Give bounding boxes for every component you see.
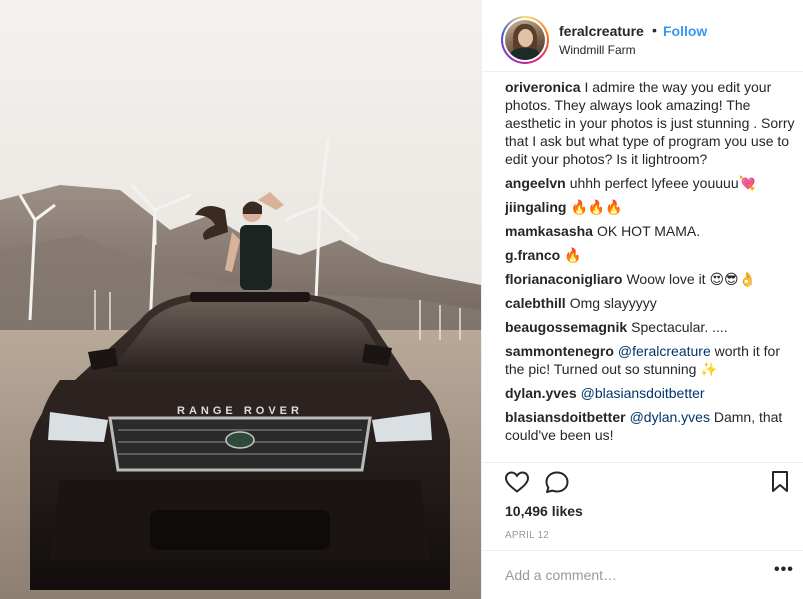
comment-username[interactable]: beaugossemagnik — [505, 319, 627, 335]
comment-item: dylan.yves @blasiansdoitbetter — [505, 384, 795, 402]
comment-username[interactable]: g.franco — [505, 247, 560, 263]
bookmark-icon[interactable] — [770, 470, 790, 499]
comment-item: beaugossemagnik Spectacular. .... — [505, 318, 795, 336]
comment-text: Spectacular. .... — [631, 319, 728, 335]
comment-username[interactable]: oriveronica — [505, 79, 580, 95]
comment-text: Woow love it 😍😎👌 — [626, 271, 757, 287]
comment-text: Omg slayyyyy — [569, 295, 657, 311]
comment-mention[interactable]: @feralcreature — [618, 343, 711, 359]
comment-text: uhhh perfect lyfeee youuuu💘 — [569, 175, 757, 191]
post-date[interactable]: APRIL 12 — [505, 530, 549, 541]
comment-username[interactable]: florianaconigliaro — [505, 271, 622, 287]
post-photo[interactable]: RANGE ROVER — [0, 0, 481, 599]
avatar[interactable] — [501, 16, 549, 64]
comment-username[interactable]: angeelvn — [505, 175, 566, 191]
separator-dot: • — [652, 22, 657, 38]
post-sidebar: feralcreature • Follow Windmill Farm ori… — [481, 0, 803, 599]
comment-mention[interactable]: @blasiansdoitbetter — [581, 385, 705, 401]
post-location[interactable]: Windmill Farm — [559, 43, 636, 57]
add-comment-bar: ••• — [482, 550, 803, 599]
comment-username[interactable]: blasiansdoitbetter — [505, 409, 626, 425]
post-header: feralcreature • Follow Windmill Farm — [482, 0, 803, 72]
comment-item: blasiansdoitbetter @dylan.yves Damn, that… — [505, 408, 795, 444]
comment-username[interactable]: mamkasasha — [505, 223, 593, 239]
comment-item: jiingaling 🔥🔥🔥 — [505, 198, 795, 216]
comment-username[interactable]: calebthill — [505, 295, 566, 311]
comment-text: 🔥🔥🔥 — [570, 199, 623, 215]
follow-button[interactable]: Follow — [663, 23, 707, 39]
comment-mention[interactable]: @dylan.yves — [630, 409, 710, 425]
post-image: RANGE ROVER — [0, 0, 481, 599]
more-options-icon[interactable]: ••• — [774, 561, 794, 579]
comment-item: florianaconigliaro Woow love it 😍😎👌 — [505, 270, 795, 288]
comment-item: sammontenegro @feralcreature worth it for… — [505, 342, 795, 378]
comment-item: calebthill Omg slayyyyy — [505, 294, 795, 312]
comment-username[interactable]: jiingaling — [505, 199, 566, 215]
comment-item: mamkasasha OK HOT MAMA. — [505, 222, 795, 240]
comment-text: OK HOT MAMA. — [596, 223, 701, 239]
comment-item: g.franco 🔥 — [505, 246, 795, 264]
comment-list[interactable]: oriveronica I admire the way you edit you… — [505, 78, 795, 462]
comment-username[interactable]: dylan.yves — [505, 385, 577, 401]
post-username[interactable]: feralcreature — [559, 23, 644, 39]
comment-item: angeelvn uhhh perfect lyfeee youuuu💘 — [505, 174, 795, 192]
add-comment-input[interactable] — [505, 565, 755, 585]
comment-username[interactable]: sammontenegro — [505, 343, 614, 359]
car-badge-text: RANGE ROVER — [177, 405, 303, 417]
like-count[interactable]: 10,496 likes — [505, 503, 583, 519]
heart-outline-icon[interactable] — [504, 470, 530, 499]
comment-text: 🔥 — [564, 247, 582, 263]
comment-item: oriveronica I admire the way you edit you… — [505, 78, 795, 168]
speech-bubble-icon[interactable] — [544, 470, 570, 499]
